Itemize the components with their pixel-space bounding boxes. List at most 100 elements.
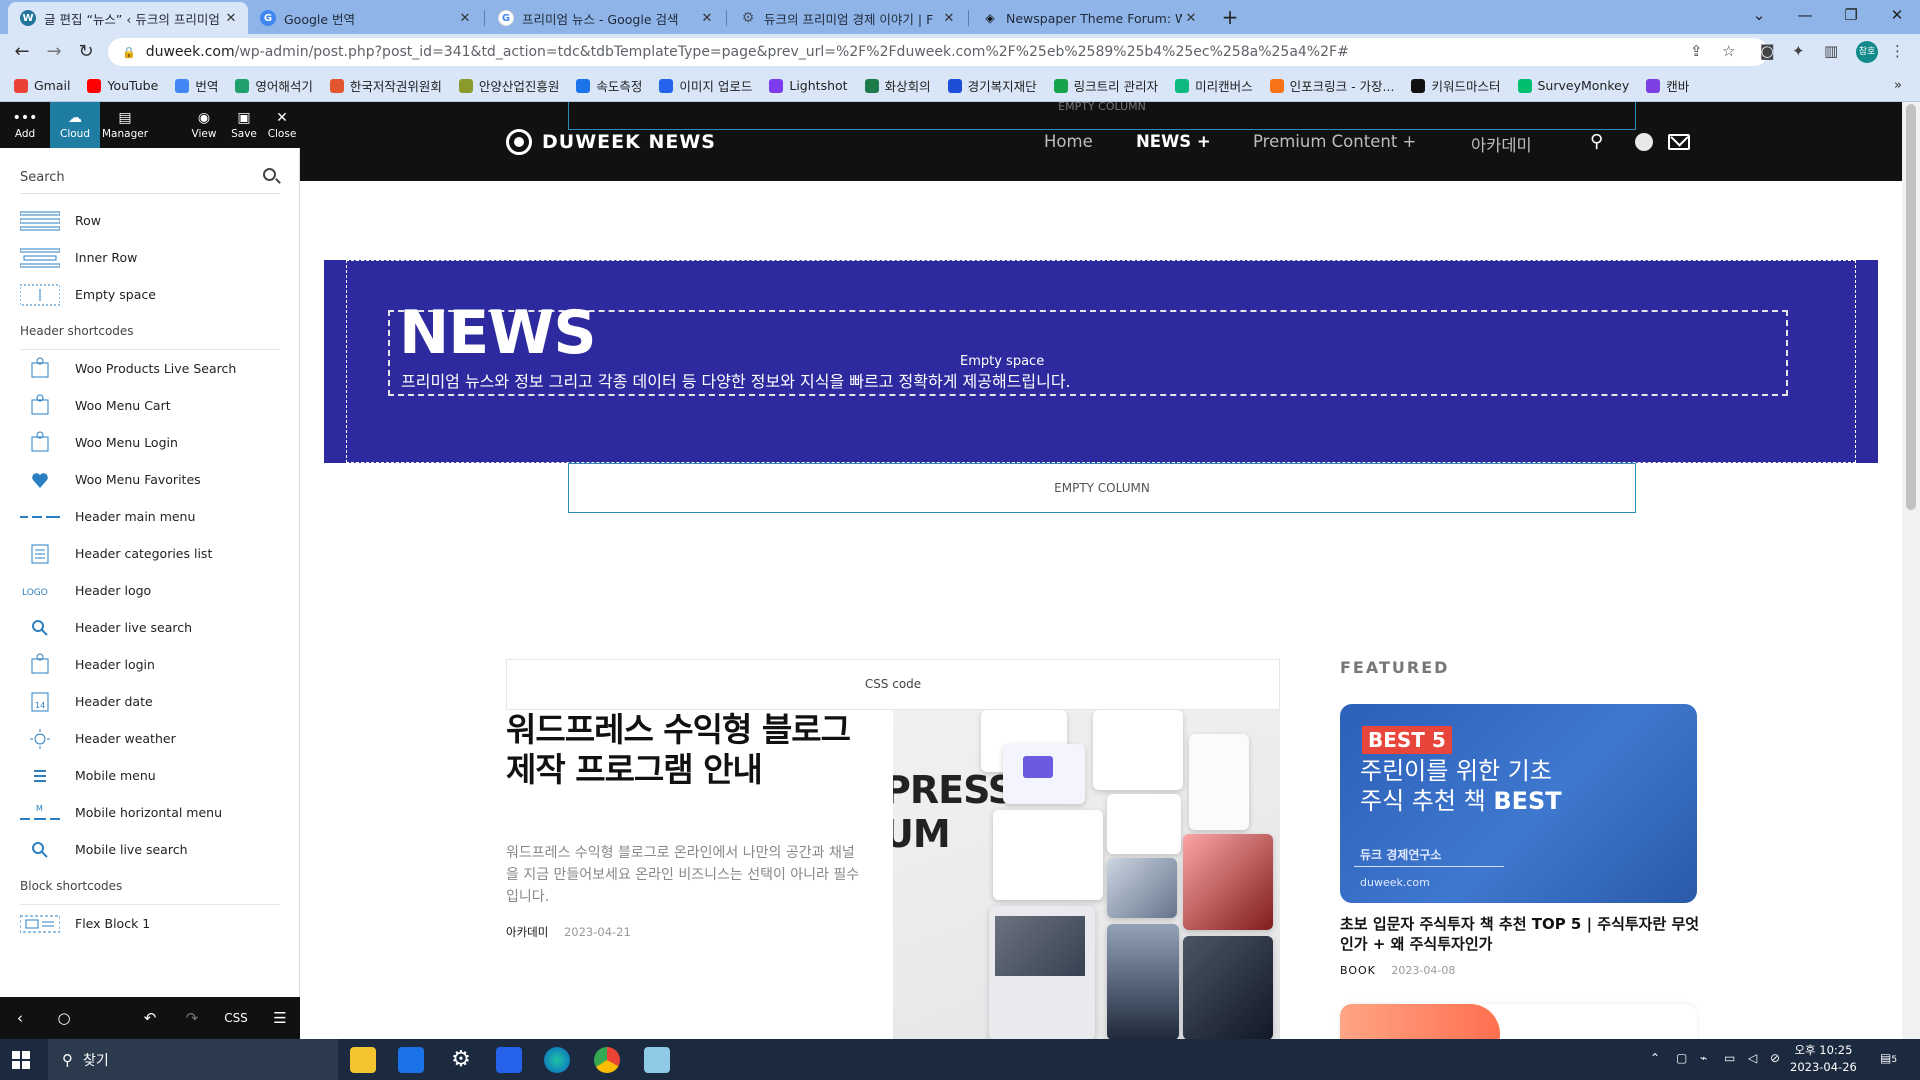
composer-element-item[interactable]: Mobile menu	[0, 757, 300, 794]
composer-element-item[interactable]: LOGO Header logo	[0, 572, 300, 609]
bookmark-item[interactable]: Lightshot	[769, 78, 848, 93]
tab-google-search[interactable]: G 프리미엄 뉴스 - Google 검색 ✕	[486, 2, 724, 34]
share-icon[interactable]: ⇪	[1690, 42, 1703, 60]
screenshot-extension-icon[interactable]: ◙	[1760, 42, 1775, 60]
composer-element-item[interactable]: Woo Menu Cart	[0, 387, 300, 424]
composer-element-item[interactable]: Row	[0, 202, 300, 239]
composer-element-item[interactable]: 14 Header date	[0, 683, 300, 720]
bookmark-item[interactable]: 안양산업진흥원	[458, 76, 559, 95]
redo-icon[interactable]: ↷	[172, 997, 212, 1039]
menu-home[interactable]: Home	[1044, 132, 1093, 151]
taskbar-clock[interactable]: 오후 10:25 2023-04-26	[1790, 1042, 1857, 1076]
save-button[interactable]: ▣ Save	[224, 102, 264, 148]
volume-icon[interactable]: ◁	[1748, 1051, 1757, 1065]
network-icon[interactable]: ⌁	[1700, 1051, 1707, 1065]
close-tab-icon[interactable]: ✕	[940, 11, 958, 26]
site-logo[interactable]: DUWEEK NEWS	[506, 129, 716, 155]
composer-element-item[interactable]: Inner Row	[0, 239, 300, 276]
bookmark-item[interactable]: 인포크링크 - 가장...	[1269, 76, 1394, 95]
home-icon[interactable]: ○	[44, 997, 84, 1039]
tray-app-icon[interactable]: ▢	[1676, 1051, 1687, 1065]
empty-column-top[interactable]: EMPTY COLUMN	[568, 102, 1636, 130]
close-tab-icon[interactable]: ✕	[456, 11, 474, 26]
lock-icon[interactable]: 🔒	[122, 46, 136, 59]
news-banner[interactable]: NEWS 프리미엄 뉴스와 정보 그리고 각종 데이터 등 다양한 정보와 지식…	[324, 260, 1878, 463]
windows-start-icon[interactable]	[12, 1051, 30, 1069]
element-search-input[interactable]	[20, 162, 240, 192]
taskbar-search[interactable]: ⚲ 찾기	[48, 1039, 338, 1080]
bookmark-item[interactable]: 키워드마스터	[1411, 76, 1501, 95]
close-window-button[interactable]: ✕	[1874, 0, 1920, 30]
bookmark-item[interactable]: 링크트리 관리자	[1053, 76, 1158, 95]
css-code-block[interactable]: CSS code	[506, 659, 1280, 710]
close-tab-icon[interactable]: ✕	[1182, 11, 1200, 26]
ime-icon[interactable]: ⊘	[1770, 1051, 1780, 1065]
menu-kebab-icon[interactable]: ⋮	[1890, 42, 1905, 60]
settings-icon[interactable]: ⚙	[448, 1047, 474, 1073]
tab-newspaper-forum[interactable]: ◈ Newspaper Theme Forum: Welc ✕	[970, 2, 1208, 34]
mail-icon[interactable]	[1668, 134, 1690, 150]
composer-element-item[interactable]: Header categories list	[0, 535, 300, 572]
featured-thumbnail-2[interactable]	[1340, 1004, 1697, 1039]
bookmark-item[interactable]: 영어해석기	[235, 76, 313, 95]
composer-element-item[interactable]: Header login	[0, 646, 300, 683]
featured-category[interactable]: BOOK	[1340, 964, 1376, 977]
url-bar[interactable]: 🔒 duweek.com/wp-admin/post.php?post_id=3…	[108, 38, 1768, 66]
post-category[interactable]: 아카데미	[506, 925, 548, 939]
minimize-button[interactable]: —	[1782, 0, 1828, 30]
battery-icon[interactable]: ▭	[1724, 1051, 1735, 1065]
view-button[interactable]: ◉ View	[188, 102, 220, 148]
tray-chevron-icon[interactable]: ⌃	[1650, 1051, 1660, 1065]
add-button[interactable]: ••• Add	[4, 102, 46, 148]
bookmark-item[interactable]: 캔바	[1646, 76, 1689, 95]
restore-button[interactable]: ❐	[1828, 0, 1874, 30]
chrome-icon[interactable]	[594, 1047, 620, 1073]
tab-post-editor[interactable]: W 글 편집 “뉴스” ‹ 듀크의 프리미엄 ✕	[8, 2, 248, 34]
bookmark-item[interactable]: 경기복지재단	[947, 76, 1037, 95]
composer-element-item[interactable]: Woo Products Live Search	[0, 350, 300, 387]
reload-button[interactable]: ↻	[74, 40, 98, 64]
composer-element-item[interactable]: Header main menu	[0, 498, 300, 535]
cloud-button[interactable]: ☁ Cloud	[50, 102, 100, 148]
search-icon[interactable]: ⚲	[1590, 131, 1603, 152]
composer-element-item[interactable]: Mobile live search	[0, 831, 300, 868]
menu-academy[interactable]: 아카데미	[1471, 132, 1532, 156]
composer-element-item[interactable]: M Mobile horizontal menu	[0, 794, 300, 831]
composer-element-item[interactable]: Woo Menu Favorites	[0, 461, 300, 498]
close-tab-icon[interactable]: ✕	[698, 11, 716, 26]
forward-button[interactable]: →	[42, 40, 66, 64]
post-thumbnail[interactable]: PRESS UM	[893, 710, 1280, 1039]
file-explorer-icon[interactable]	[350, 1047, 376, 1073]
collapse-icon[interactable]: ‹	[0, 997, 40, 1039]
side-panel-icon[interactable]: ▥	[1824, 42, 1838, 60]
search-icon[interactable]	[263, 168, 276, 181]
tab-google-translate[interactable]: G Google 번역 ✕	[248, 2, 482, 34]
composer-element-item[interactable]: Flex Block 1	[0, 905, 300, 942]
composer-element-item[interactable]: Header live search	[0, 609, 300, 646]
new-tab-button[interactable]: +	[1216, 4, 1244, 30]
close-button[interactable]: ✕ Close	[266, 102, 298, 148]
featured-title[interactable]: 초보 입문자 주식투자 책 추천 TOP 5 | 주식투자란 무엇인가 + 왜 …	[1340, 914, 1700, 954]
bookmark-item[interactable]: 한국저작권위원회	[329, 76, 442, 95]
notification-icon[interactable]: ▤5	[1880, 1051, 1897, 1065]
bookmark-item[interactable]: 이미지 업로드	[659, 76, 752, 95]
extensions-icon[interactable]: ✦	[1792, 42, 1805, 60]
menu-news[interactable]: NEWS +	[1136, 132, 1211, 151]
tab-search-icon[interactable]: ⌄	[1736, 0, 1782, 30]
empty-column[interactable]: EMPTY COLUMN	[568, 463, 1636, 513]
menu-premium[interactable]: Premium Content +	[1253, 132, 1416, 151]
bookmark-item[interactable]: YouTube	[87, 78, 158, 93]
manager-button[interactable]: ▤ Manager	[100, 102, 150, 148]
css-button[interactable]: CSS	[216, 997, 256, 1039]
page-scrollbar[interactable]	[1902, 102, 1920, 1039]
profile-avatar[interactable]: 참호	[1856, 41, 1878, 63]
composer-element-item[interactable]: Header weather	[0, 720, 300, 757]
tab-duke-economy[interactable]: ⚙ 듀크의 프리미엄 경제 이야기 | F ✕	[728, 2, 966, 34]
empty-space-label[interactable]: Empty space	[960, 354, 1044, 369]
bookmark-item[interactable]: 미리캔버스	[1175, 76, 1253, 95]
layers-icon[interactable]: ☰	[260, 997, 300, 1039]
bookmark-item[interactable]: SurveyMonkey	[1517, 78, 1629, 93]
close-tab-icon[interactable]: ✕	[222, 11, 240, 26]
bookmark-star-icon[interactable]: ☆	[1722, 42, 1735, 60]
bookmark-item[interactable]: 번역	[175, 76, 218, 95]
